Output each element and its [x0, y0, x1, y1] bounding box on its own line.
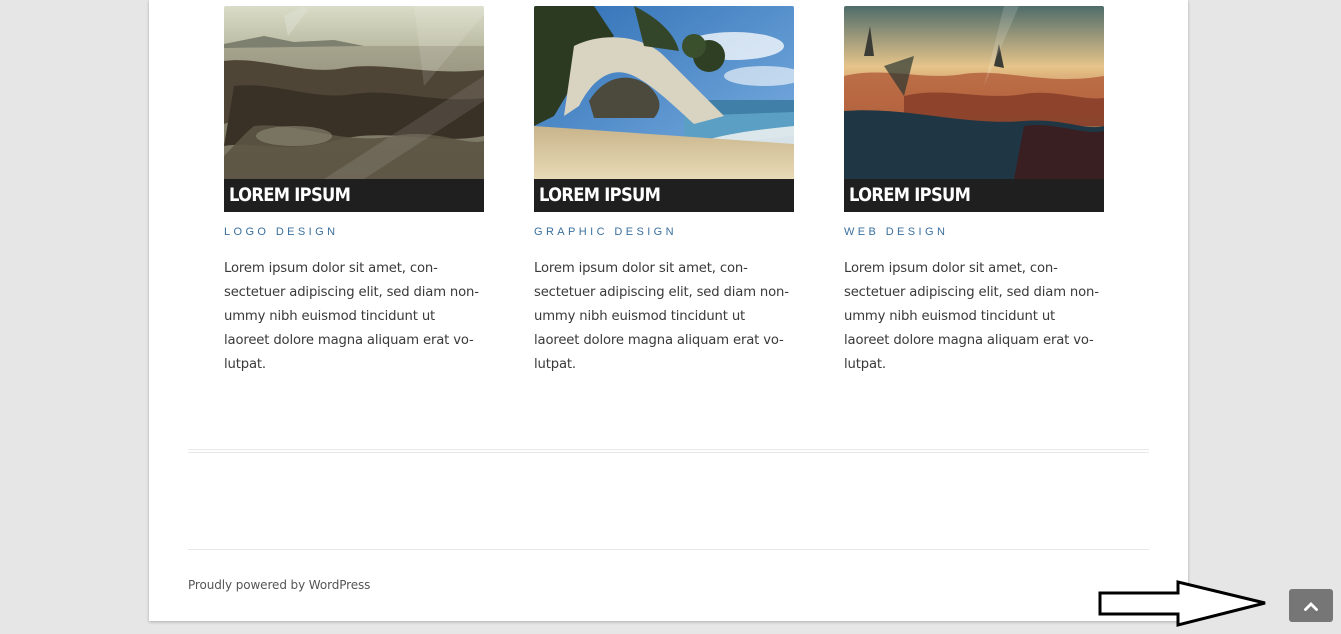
- card-title: LOREM IPSUM: [844, 179, 1104, 212]
- card-excerpt: Lorem ipsum dolor sit amet, con- sectetu…: [534, 261, 789, 372]
- back-to-top-button[interactable]: [1289, 589, 1333, 622]
- portfolio-card: LOREM IPSUM LOGO DESIGN Lorem ipsum dolo…: [224, 6, 484, 377]
- portfolio-thumbnail[interactable]: LOREM IPSUM: [534, 6, 794, 212]
- content-divider: [188, 449, 1149, 453]
- card-excerpt: Lorem ipsum dolor sit amet, con- sectetu…: [844, 261, 1099, 372]
- card-category-link[interactable]: GRAPHIC DESIGN: [534, 225, 794, 239]
- card-title: LOREM IPSUM: [534, 179, 794, 212]
- card-category-link[interactable]: LOGO DESIGN: [224, 225, 484, 239]
- portfolio-thumbnail[interactable]: LOREM IPSUM: [844, 6, 1104, 212]
- rocky-shore-image: [224, 6, 484, 179]
- page-container: LOREM IPSUM LOGO DESIGN Lorem ipsum dolo…: [149, 0, 1188, 621]
- beach-arch-image: [534, 6, 794, 179]
- card-category-link[interactable]: WEB DESIGN: [844, 225, 1104, 239]
- footer-divider: [188, 549, 1149, 550]
- chevron-up-icon: [1304, 601, 1318, 611]
- portfolio-thumbnail[interactable]: LOREM IPSUM: [224, 6, 484, 212]
- card-excerpt: Lorem ipsum dolor sit amet, con- sectetu…: [224, 261, 479, 372]
- fantasy-landscape-image: [844, 6, 1104, 179]
- portfolio-card: LOREM IPSUM WEB DESIGN Lorem ipsum dolor…: [844, 6, 1104, 377]
- footer-credit-link[interactable]: Proudly powered by WordPress: [188, 578, 370, 592]
- right-arrow-icon: [1098, 579, 1268, 629]
- portfolio-card: LOREM IPSUM GRAPHIC DESIGN Lorem ipsum d…: [534, 6, 794, 377]
- card-title: LOREM IPSUM: [224, 179, 484, 212]
